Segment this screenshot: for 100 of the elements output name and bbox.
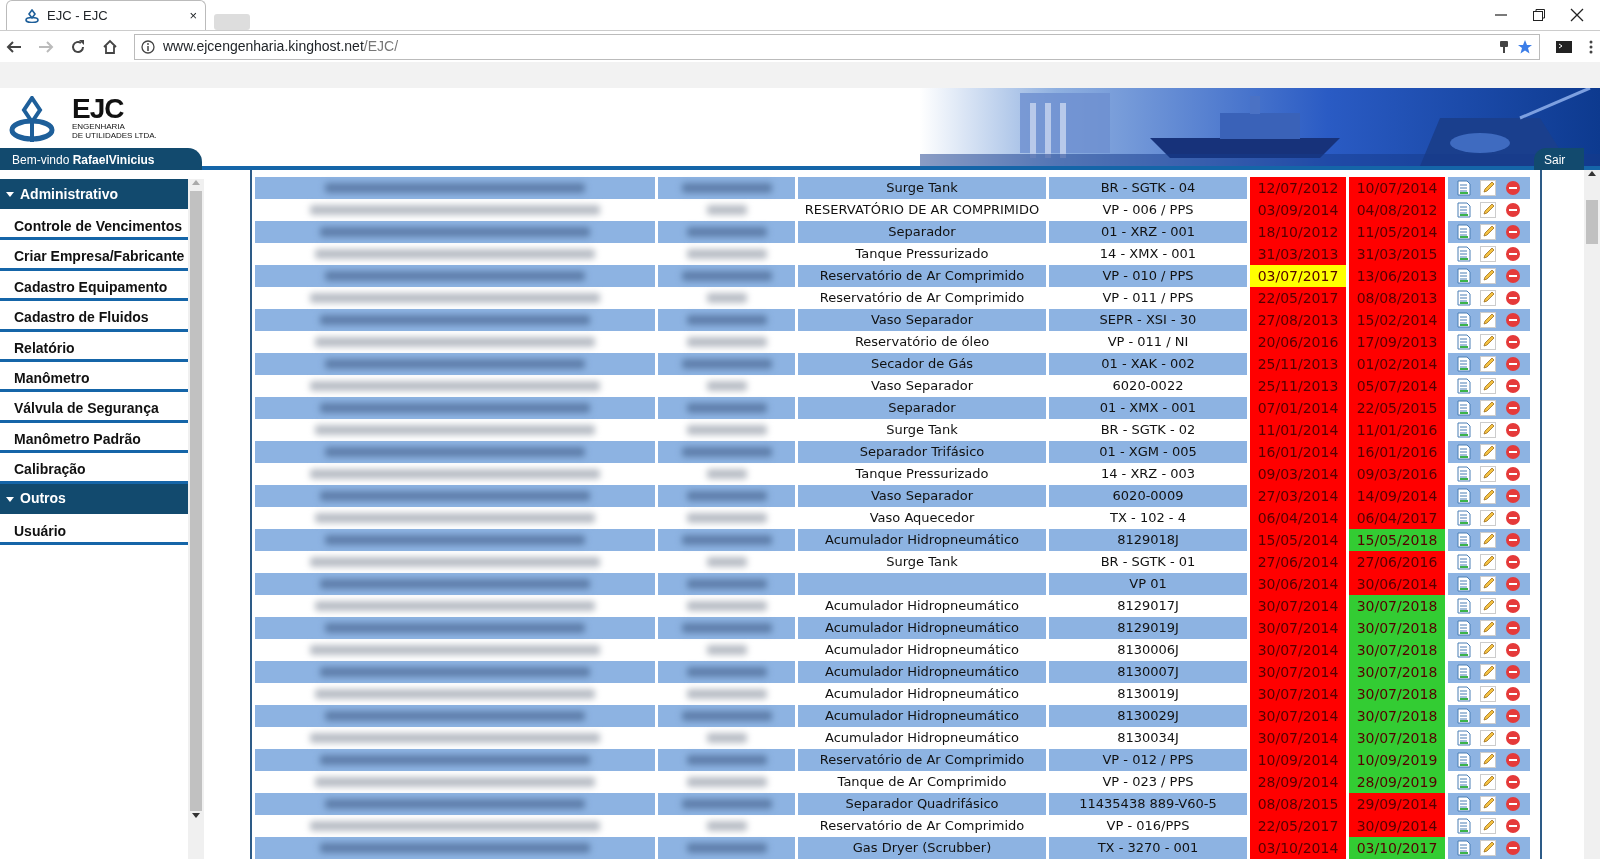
star-icon[interactable] (1517, 38, 1533, 55)
document-icon[interactable] (1457, 378, 1471, 394)
edit-icon[interactable] (1480, 796, 1496, 812)
edit-icon[interactable] (1480, 686, 1496, 702)
edit-icon[interactable] (1480, 708, 1496, 724)
key-icon[interactable] (1499, 39, 1509, 54)
edit-icon[interactable] (1480, 664, 1496, 680)
address-bar[interactable]: www.ejcengenharia.kinghost.net/EJC/ (134, 33, 1540, 60)
menu-section-header[interactable]: Administrativo (0, 179, 188, 209)
edit-icon[interactable] (1480, 840, 1496, 856)
menu-icon[interactable] (1588, 38, 1594, 55)
delete-icon[interactable] (1505, 664, 1521, 680)
document-icon[interactable] (1457, 422, 1471, 438)
document-icon[interactable] (1457, 532, 1471, 548)
delete-icon[interactable] (1505, 290, 1521, 306)
delete-icon[interactable] (1505, 422, 1521, 438)
document-icon[interactable] (1457, 290, 1471, 306)
edit-icon[interactable] (1480, 774, 1496, 790)
document-icon[interactable] (1457, 488, 1471, 504)
delete-icon[interactable] (1505, 488, 1521, 504)
edit-icon[interactable] (1480, 510, 1496, 526)
edit-icon[interactable] (1480, 224, 1496, 240)
browser-tab[interactable]: EJC - EJC × (6, 0, 206, 30)
delete-icon[interactable] (1505, 576, 1521, 592)
edit-icon[interactable] (1480, 642, 1496, 658)
document-icon[interactable] (1457, 620, 1471, 636)
delete-icon[interactable] (1505, 510, 1521, 526)
terminal-icon[interactable] (1556, 39, 1572, 54)
document-icon[interactable] (1457, 752, 1471, 768)
delete-icon[interactable] (1505, 598, 1521, 614)
edit-icon[interactable] (1480, 532, 1496, 548)
scroll-thumb[interactable] (1586, 200, 1598, 244)
delete-icon[interactable] (1505, 268, 1521, 284)
delete-icon[interactable] (1505, 752, 1521, 768)
edit-icon[interactable] (1480, 246, 1496, 262)
delete-icon[interactable] (1505, 642, 1521, 658)
document-icon[interactable] (1457, 774, 1471, 790)
delete-icon[interactable] (1505, 180, 1521, 196)
document-icon[interactable] (1457, 356, 1471, 372)
document-icon[interactable] (1457, 510, 1471, 526)
document-icon[interactable] (1457, 576, 1471, 592)
edit-icon[interactable] (1480, 818, 1496, 834)
edit-icon[interactable] (1480, 268, 1496, 284)
home-icon[interactable] (102, 38, 118, 55)
delete-icon[interactable] (1505, 730, 1521, 746)
delete-icon[interactable] (1505, 224, 1521, 240)
document-icon[interactable] (1457, 554, 1471, 570)
delete-icon[interactable] (1505, 444, 1521, 460)
document-icon[interactable] (1457, 202, 1471, 218)
document-icon[interactable] (1457, 312, 1471, 328)
document-icon[interactable] (1457, 708, 1471, 724)
delete-icon[interactable] (1505, 466, 1521, 482)
delete-icon[interactable] (1505, 532, 1521, 548)
delete-icon[interactable] (1505, 620, 1521, 636)
document-icon[interactable] (1457, 466, 1471, 482)
edit-icon[interactable] (1480, 334, 1496, 350)
edit-icon[interactable] (1480, 202, 1496, 218)
delete-icon[interactable] (1505, 708, 1521, 724)
document-icon[interactable] (1457, 818, 1471, 834)
document-icon[interactable] (1457, 840, 1471, 856)
delete-icon[interactable] (1505, 554, 1521, 570)
reload-icon[interactable] (70, 38, 86, 55)
scrollbar[interactable] (188, 179, 204, 859)
edit-icon[interactable] (1480, 290, 1496, 306)
edit-icon[interactable] (1480, 488, 1496, 504)
scroll-thumb[interactable] (190, 191, 202, 811)
delete-icon[interactable] (1505, 378, 1521, 394)
delete-icon[interactable] (1505, 840, 1521, 856)
edit-icon[interactable] (1480, 180, 1496, 196)
document-icon[interactable] (1457, 268, 1471, 284)
edit-icon[interactable] (1480, 312, 1496, 328)
edit-icon[interactable] (1480, 752, 1496, 768)
delete-icon[interactable] (1505, 246, 1521, 262)
edit-icon[interactable] (1480, 378, 1496, 394)
edit-icon[interactable] (1480, 444, 1496, 460)
edit-icon[interactable] (1480, 620, 1496, 636)
delete-icon[interactable] (1505, 796, 1521, 812)
menu-section-header[interactable]: Outros (0, 483, 188, 514)
close-icon[interactable] (1570, 8, 1584, 22)
document-icon[interactable] (1457, 224, 1471, 240)
delete-icon[interactable] (1505, 312, 1521, 328)
delete-icon[interactable] (1505, 334, 1521, 350)
delete-icon[interactable] (1505, 400, 1521, 416)
document-icon[interactable] (1457, 598, 1471, 614)
edit-icon[interactable] (1480, 576, 1496, 592)
delete-icon[interactable] (1505, 818, 1521, 834)
document-icon[interactable] (1457, 246, 1471, 262)
document-icon[interactable] (1457, 334, 1471, 350)
document-icon[interactable] (1457, 664, 1471, 680)
delete-icon[interactable] (1505, 686, 1521, 702)
document-icon[interactable] (1457, 400, 1471, 416)
logout-link[interactable]: Sair (1534, 148, 1584, 170)
back-icon[interactable] (6, 38, 22, 55)
edit-icon[interactable] (1480, 356, 1496, 372)
document-icon[interactable] (1457, 444, 1471, 460)
document-icon[interactable] (1457, 730, 1471, 746)
delete-icon[interactable] (1505, 202, 1521, 218)
document-icon[interactable] (1457, 642, 1471, 658)
document-icon[interactable] (1457, 796, 1471, 812)
document-icon[interactable] (1457, 686, 1471, 702)
